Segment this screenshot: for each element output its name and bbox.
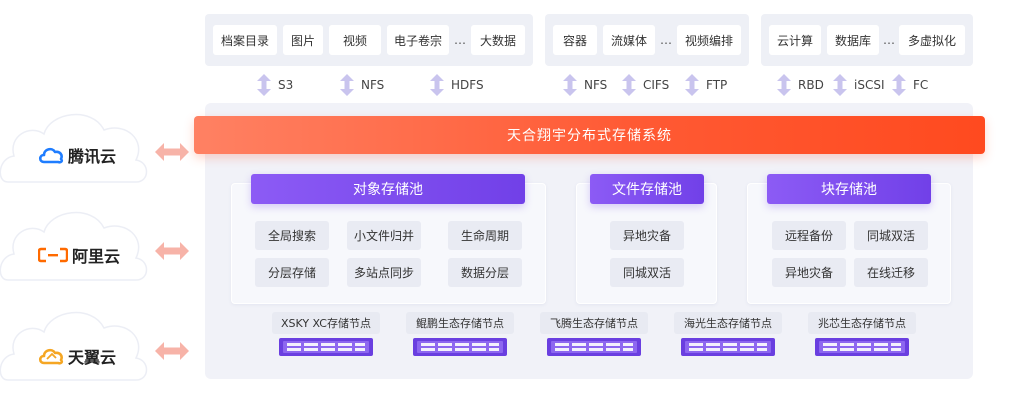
protocol-rbd: RBD	[777, 72, 824, 98]
protocol-label: iSCSI	[854, 78, 885, 92]
double-arrow-icon	[430, 74, 444, 96]
storage-node-label: 海光生态存储节点	[674, 312, 782, 334]
cloud-provider-tianyi: 天翼云	[38, 344, 116, 368]
cloud-provider-tencent: 腾讯云	[38, 143, 116, 167]
feature-chip[interactable]: 异地灾备	[772, 258, 846, 287]
ellipsis: …	[454, 33, 466, 47]
double-arrow-icon	[892, 74, 906, 96]
protocol-label: RBD	[798, 78, 824, 92]
app-chip[interactable]: 多虚拟化	[899, 25, 965, 55]
double-arrow-icon	[257, 74, 271, 96]
server-rack-icon	[279, 338, 373, 356]
double-arrow-icon	[340, 74, 354, 96]
protocol-fc: FC	[892, 72, 928, 98]
app-panel-archive: 档案目录 图片 视频 电子卷宗 … 大数据	[205, 14, 533, 66]
protocol-iscsi: iSCSI	[833, 72, 885, 98]
feature-chip[interactable]: 分层存储	[255, 258, 329, 287]
bidirectional-arrow-icon	[155, 143, 189, 161]
feature-chip[interactable]: 在线迁移	[854, 258, 928, 287]
cloud-provider-name: 腾讯云	[68, 147, 117, 166]
cloud-provider-name: 阿里云	[72, 247, 121, 266]
storage-node-label: 鲲鹏生态存储节点	[406, 312, 514, 334]
double-arrow-icon	[833, 74, 847, 96]
ellipsis: …	[660, 33, 672, 47]
feature-chip[interactable]: 同城双活	[610, 258, 684, 287]
protocol-label: S3	[278, 78, 294, 92]
protocol-label: FC	[913, 78, 929, 92]
protocol-nfs-2: NFS	[563, 72, 607, 98]
protocol-label: NFS	[584, 78, 608, 92]
app-chip[interactable]: 流媒体	[603, 25, 655, 55]
server-rack-icon	[547, 338, 641, 356]
app-chip[interactable]: 大数据	[471, 25, 525, 55]
feature-chip[interactable]: 同城双活	[854, 221, 928, 250]
block-pool-title: 块存储池	[767, 174, 931, 204]
server-rack-icon	[815, 338, 909, 356]
double-arrow-icon	[622, 74, 636, 96]
app-panel-compute: 云计算 数据库 … 多虚拟化	[761, 14, 973, 66]
bidirectional-arrow-icon	[155, 242, 189, 260]
app-chip[interactable]: 图片	[283, 25, 323, 55]
server-rack-icon	[681, 338, 775, 356]
app-chip[interactable]: 容器	[553, 25, 597, 55]
protocol-label: CIFS	[643, 78, 670, 92]
feature-chip[interactable]: 小文件归并	[347, 221, 421, 250]
protocol-label: NFS	[361, 78, 385, 92]
feature-chip[interactable]: 全局搜索	[255, 221, 329, 250]
server-rack-icon	[413, 338, 507, 356]
protocol-label: FTP	[706, 78, 728, 92]
app-chip[interactable]: 视频	[329, 25, 381, 55]
app-chip[interactable]: 视频编排	[677, 25, 741, 55]
app-chip[interactable]: 云计算	[769, 25, 821, 55]
system-banner: 天合翔宇分布式存储系统	[194, 116, 985, 154]
double-arrow-icon	[563, 74, 577, 96]
bidirectional-arrow-icon	[155, 342, 189, 360]
protocol-nfs: NFS	[340, 72, 384, 98]
double-arrow-icon	[777, 74, 791, 96]
app-chip[interactable]: 档案目录	[213, 25, 277, 55]
feature-chip[interactable]: 远程备份	[772, 221, 846, 250]
app-panel-media: 容器 流媒体 … 视频编排	[545, 14, 749, 66]
feature-chip[interactable]: 生命周期	[448, 221, 522, 250]
protocol-cifs: CIFS	[622, 72, 669, 98]
app-chip[interactable]: 数据库	[827, 25, 879, 55]
app-chip[interactable]: 电子卷宗	[387, 25, 449, 55]
cloud-shape-icon	[0, 311, 148, 381]
double-arrow-icon	[685, 74, 699, 96]
feature-chip[interactable]: 多站点同步	[347, 258, 421, 287]
tencent-cloud-icon	[38, 147, 64, 164]
ellipsis: …	[883, 33, 895, 47]
protocol-ftp: FTP	[685, 72, 727, 98]
storage-node-label: 兆芯生态存储节点	[808, 312, 916, 334]
cloud-provider-name: 天翼云	[68, 348, 117, 367]
protocol-hdfs: HDFS	[430, 72, 484, 98]
feature-chip[interactable]: 数据分层	[448, 258, 522, 287]
object-pool-title: 对象存储池	[251, 174, 525, 204]
aliyun-icon	[38, 247, 68, 263]
protocol-label: HDFS	[451, 78, 484, 92]
protocol-s3: S3	[257, 72, 293, 98]
file-pool-title: 文件存储池	[590, 174, 704, 204]
feature-chip[interactable]: 异地灾备	[610, 221, 684, 250]
storage-node-label: 飞腾生态存储节点	[540, 312, 648, 334]
storage-node-label: XSKY XC存储节点	[272, 312, 380, 334]
tianyi-cloud-icon	[38, 348, 64, 365]
cloud-provider-aliyun: 阿里云	[38, 243, 120, 267]
